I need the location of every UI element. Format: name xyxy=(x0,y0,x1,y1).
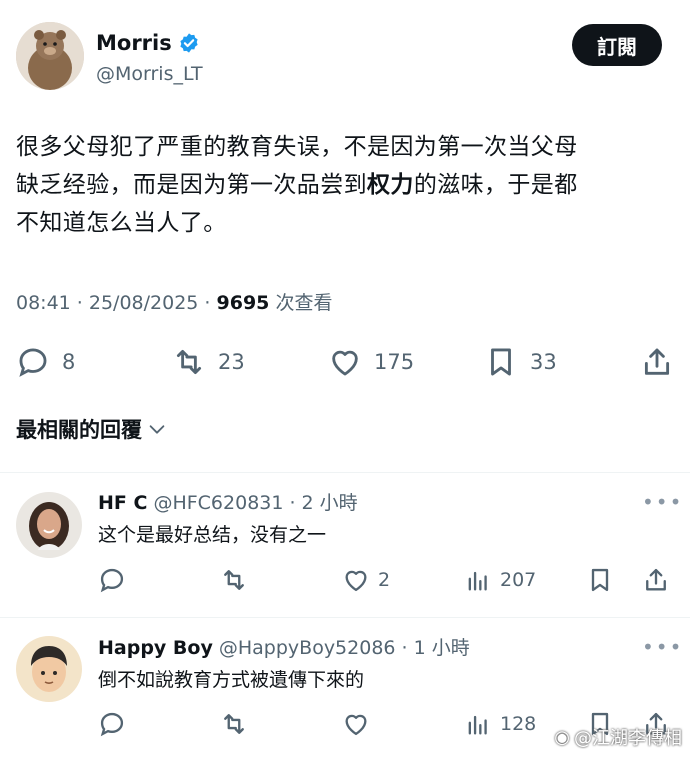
reply-header: Happy Boy @HappyBoy52086 · 1 小時 xyxy=(98,634,470,662)
reply-icon xyxy=(100,712,124,737)
reply-reply-button[interactable] xyxy=(98,566,126,594)
repost-icon xyxy=(224,570,244,590)
tweet-bold-word: 权力 xyxy=(367,172,414,198)
analytics-icon xyxy=(468,715,487,735)
bookmark-icon xyxy=(491,348,511,376)
reply-author-name[interactable]: Happy Boy xyxy=(98,634,213,662)
reply-avatar[interactable] xyxy=(16,492,82,558)
repost-button[interactable]: 23 xyxy=(172,345,245,379)
reply-like-count: 2 xyxy=(378,569,391,591)
reply-author-handle[interactable]: @HappyBoy52086 xyxy=(219,634,396,662)
author-name[interactable]: Morris xyxy=(96,28,172,58)
follow-button[interactable]: 訂閱 xyxy=(572,24,662,66)
author-handle[interactable]: @Morris_LT xyxy=(96,60,203,88)
reply-repost-button[interactable] xyxy=(220,710,248,738)
share-icon xyxy=(644,348,670,375)
verified-badge-icon xyxy=(180,33,198,53)
reply-header: HF C @HFC620831 · 2 小時 xyxy=(98,489,358,517)
author-avatar[interactable] xyxy=(16,22,84,90)
reply-repost-button[interactable] xyxy=(220,566,248,594)
watermark: ◉ @江湖李傳相 xyxy=(554,724,682,750)
heart-icon xyxy=(345,570,367,592)
reply-count: 8 xyxy=(62,350,76,374)
reply-icon xyxy=(19,348,47,377)
bookmark-icon xyxy=(591,568,609,592)
bookmark-button[interactable]: 33 xyxy=(484,345,557,379)
reply-button[interactable]: 8 xyxy=(16,345,75,379)
more-options-icon[interactable]: ••• xyxy=(642,635,683,659)
boy-avatar-icon xyxy=(16,636,82,702)
heart-icon xyxy=(345,714,367,736)
like-button[interactable]: 175 xyxy=(328,345,414,379)
tweet-meta: 08:41 · 25/08/2025 · 9695 次查看 xyxy=(16,288,332,318)
reply-view-count: 128 xyxy=(500,713,537,735)
reply-share-button[interactable] xyxy=(642,566,670,594)
analytics-icon xyxy=(468,571,487,591)
reply-text: 倒不如說教育方式被遺傳下來的 xyxy=(98,669,365,691)
woman-avatar-icon xyxy=(16,492,82,558)
weibo-icon: ◉ xyxy=(554,726,570,748)
reply-reply-button[interactable] xyxy=(98,710,126,738)
tweet-line-2-post: 的滋味，于是都 xyxy=(413,172,578,198)
reply-time[interactable]: · 2 小時 xyxy=(289,489,357,517)
tweet-line-3: 不知道怎么当人了。 xyxy=(16,210,227,236)
repost-icon xyxy=(224,714,244,734)
reply-time[interactable]: · 1 小時 xyxy=(402,634,470,662)
replies-sort-dropdown[interactable]: 最相關的回覆 xyxy=(16,414,168,444)
heart-icon xyxy=(332,350,358,376)
tweet-timestamp[interactable]: 08:41 · 25/08/2025 · xyxy=(16,292,217,314)
chevron-down-icon xyxy=(149,425,165,434)
reply-views-button[interactable]: 207 xyxy=(464,566,536,594)
reply-view-count: 207 xyxy=(500,569,537,591)
watermark-text: @江湖李傳相 xyxy=(574,728,682,749)
divider xyxy=(0,617,690,618)
tweet-line-2-pre: 缺乏经验，而是因为第一次品尝到 xyxy=(16,172,367,198)
tweet-line-1: 很多父母犯了严重的教育失误，不是因为第一次当父母 xyxy=(16,134,578,160)
bookmark-count: 33 xyxy=(530,350,557,374)
reply-author-name[interactable]: HF C xyxy=(98,489,147,517)
tweet-text: 很多父母犯了严重的教育失误，不是因为第一次当父母 缺乏经验，而是因为第一次品尝到… xyxy=(16,128,666,242)
replies-heading: 最相關的回覆 xyxy=(16,418,142,442)
reply-bookmark-button[interactable] xyxy=(586,566,614,594)
share-icon xyxy=(646,568,666,591)
divider xyxy=(0,472,690,473)
repost-count: 23 xyxy=(218,350,245,374)
reply-views-button[interactable]: 128 xyxy=(464,710,536,738)
reply-like-button[interactable] xyxy=(342,710,370,738)
like-count: 175 xyxy=(374,350,415,374)
reply-text: 这个是最好总结，没有之一 xyxy=(98,524,327,546)
view-count: 9695 xyxy=(216,292,270,314)
reply-like-button[interactable]: 2 xyxy=(342,566,390,594)
reply-author-handle[interactable]: @HFC620831 xyxy=(153,489,283,517)
reply-icon xyxy=(100,568,124,593)
reply-avatar[interactable] xyxy=(16,636,82,702)
author-name-row[interactable]: Morris xyxy=(96,28,200,58)
repost-icon xyxy=(176,349,202,375)
share-button[interactable] xyxy=(640,345,674,379)
more-options-icon[interactable]: ••• xyxy=(642,490,683,514)
bear-avatar-icon xyxy=(16,22,84,90)
views-label: 次查看 xyxy=(269,292,333,314)
tweet-line-2: 缺乏经验，而是因为第一次品尝到权力的滋味，于是都 xyxy=(16,166,666,204)
